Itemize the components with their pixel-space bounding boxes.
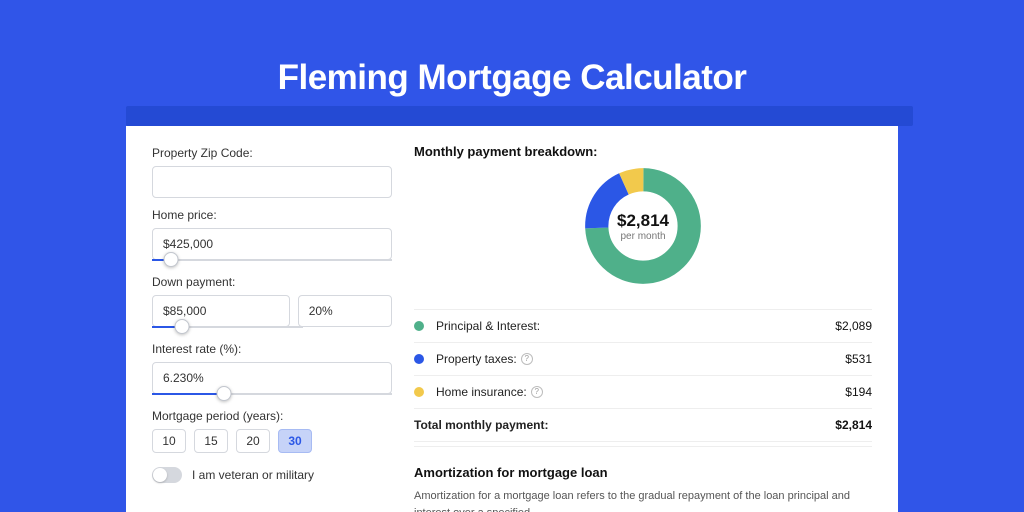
- page-title: Fleming Mortgage Calculator: [0, 58, 1024, 98]
- down-payment-field: Down payment:: [152, 275, 392, 328]
- legend-row-total: Total monthly payment:$2,814: [414, 409, 872, 442]
- legend-row-0: Principal & Interest:$2,089: [414, 310, 872, 343]
- mortgage-period-20[interactable]: 20: [236, 429, 270, 453]
- mortgage-period-field: Mortgage period (years): 10 15 20 30: [152, 409, 392, 453]
- zip-field: Property Zip Code:: [152, 146, 392, 198]
- mortgage-period-10[interactable]: 10: [152, 429, 186, 453]
- legend-dot-green: [414, 321, 424, 331]
- legend-value: $531: [845, 352, 872, 366]
- amortization-text: Amortization for a mortgage loan refers …: [414, 488, 872, 512]
- legend-value: $194: [845, 385, 872, 399]
- veteran-toggle[interactable]: [152, 467, 182, 483]
- legend-row-1: Property taxes:?$531: [414, 343, 872, 376]
- interest-rate-slider-fill: [152, 393, 224, 395]
- zip-input[interactable]: [152, 166, 392, 198]
- interest-rate-slider[interactable]: [152, 393, 392, 395]
- mortgage-period-options: 10 15 20 30: [152, 429, 392, 453]
- veteran-row: I am veteran or military: [152, 467, 392, 483]
- form-column: Property Zip Code: Home price: Down paym…: [152, 146, 392, 512]
- amortization-title: Amortization for mortgage loan: [414, 465, 872, 480]
- interest-rate-input[interactable]: [152, 362, 392, 394]
- down-payment-slider[interactable]: [152, 326, 303, 328]
- interest-rate-field: Interest rate (%):: [152, 342, 392, 395]
- mortgage-period-label: Mortgage period (years):: [152, 409, 392, 423]
- mortgage-period-15[interactable]: 15: [194, 429, 228, 453]
- down-payment-label: Down payment:: [152, 275, 392, 289]
- down-payment-input[interactable]: [152, 295, 290, 327]
- breakdown-legend: Principal & Interest:$2,089Property taxe…: [414, 309, 872, 442]
- legend-dot-blue: [414, 354, 424, 364]
- home-price-label: Home price:: [152, 208, 392, 222]
- interest-rate-slider-thumb[interactable]: [217, 386, 232, 401]
- calculator-card: Property Zip Code: Home price: Down paym…: [126, 126, 898, 512]
- home-price-slider-thumb[interactable]: [164, 252, 179, 267]
- zip-label: Property Zip Code:: [152, 146, 392, 160]
- legend-label: Principal & Interest:: [436, 319, 835, 333]
- home-price-field: Home price:: [152, 208, 392, 261]
- home-price-slider[interactable]: [152, 259, 392, 261]
- down-payment-slider-thumb[interactable]: [175, 319, 190, 334]
- total-label: Total monthly payment:: [414, 418, 835, 432]
- help-icon[interactable]: ?: [531, 386, 543, 398]
- help-icon[interactable]: ?: [521, 353, 533, 365]
- legend-value: $2,089: [835, 319, 872, 333]
- interest-rate-label: Interest rate (%):: [152, 342, 392, 356]
- legend-label: Property taxes:?: [436, 352, 845, 366]
- home-price-input[interactable]: [152, 228, 392, 260]
- breakdown-title: Monthly payment breakdown:: [414, 144, 872, 159]
- donut-sublabel: per month: [620, 231, 665, 242]
- mortgage-period-30[interactable]: 30: [278, 429, 312, 453]
- legend-row-2: Home insurance:?$194: [414, 376, 872, 409]
- donut-amount: $2,814: [617, 211, 669, 231]
- down-payment-pct-input[interactable]: [298, 295, 392, 327]
- veteran-label: I am veteran or military: [192, 468, 314, 482]
- amortization-section: Amortization for mortgage loan Amortizat…: [414, 446, 872, 512]
- donut-chart: $2,814 per month: [414, 165, 872, 287]
- header-accent: [126, 106, 913, 126]
- breakdown-column: Monthly payment breakdown: $2,814 per mo…: [414, 146, 872, 512]
- legend-dot-yellow: [414, 387, 424, 397]
- veteran-toggle-knob: [153, 468, 167, 482]
- legend-label: Home insurance:?: [436, 385, 845, 399]
- total-value: $2,814: [835, 418, 872, 432]
